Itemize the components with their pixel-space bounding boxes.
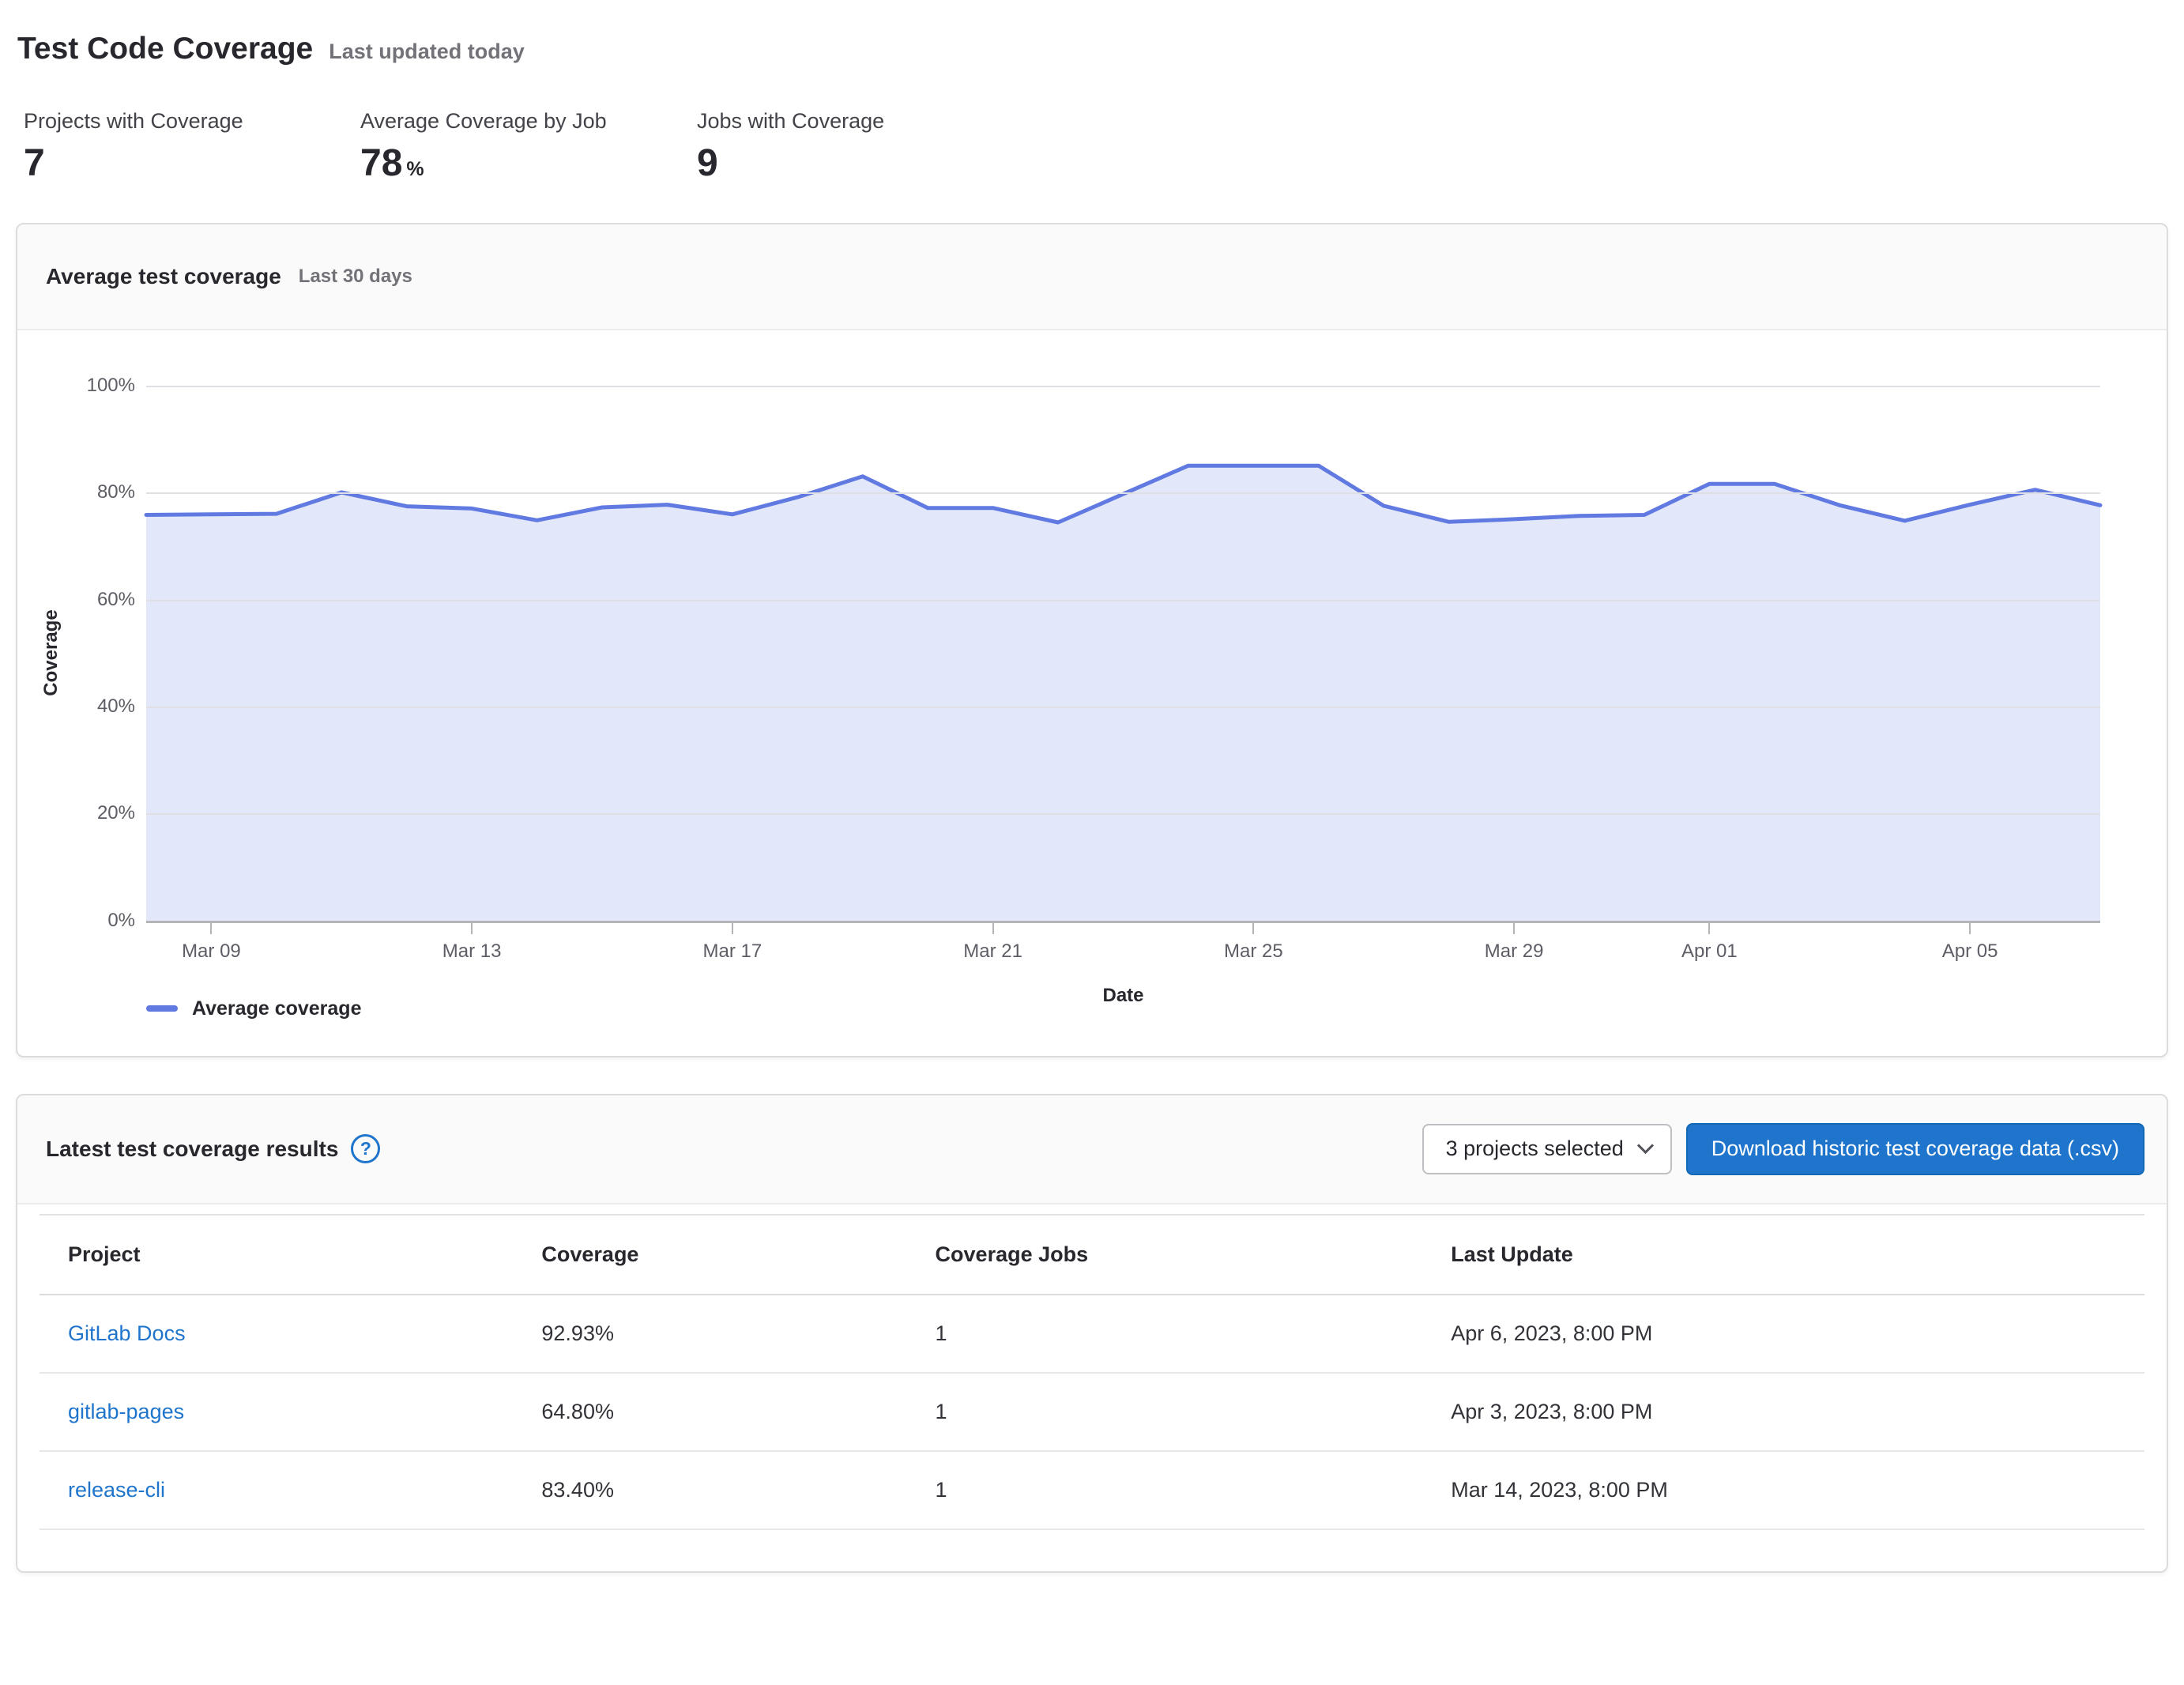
- gridline: [146, 492, 2100, 494]
- y-axis-tick-label: 100%: [17, 375, 135, 397]
- x-axis-title: Date: [1045, 985, 1203, 1007]
- stat-label: Jobs with Coverage: [697, 109, 958, 134]
- x-axis-line: [146, 921, 2100, 923]
- coverage-area-chart[interactable]: Coverage Date Average coverage 100%80%60…: [17, 330, 2167, 1056]
- y-axis-tick-label: 40%: [17, 695, 135, 718]
- table-header-row: Project Coverage Coverage Jobs Last Upda…: [40, 1215, 2144, 1295]
- last-updated-text: Last updated today: [329, 40, 525, 64]
- project-link[interactable]: GitLab Docs: [68, 1321, 186, 1345]
- gridline: [146, 600, 2100, 601]
- chart-card-header: Average test coverage Last 30 days: [17, 224, 2167, 330]
- coverage-jobs-cell: 1: [907, 1451, 1423, 1529]
- column-header-project: Project: [40, 1215, 513, 1295]
- y-axis-tick-label: 20%: [17, 802, 135, 824]
- test-code-coverage-page: Test Code Coverage Last updated today Pr…: [0, 0, 2184, 1573]
- x-axis-tick-label: Apr 01: [1654, 941, 1764, 963]
- column-header-last-update: Last Update: [1422, 1215, 2144, 1295]
- x-axis-tick-mark: [732, 923, 733, 934]
- x-axis-tick-label: Mar 09: [156, 941, 266, 963]
- results-title-group: Latest test coverage results ?: [46, 1134, 380, 1163]
- legend-line-swatch: [146, 1005, 178, 1012]
- y-axis-tick-label: 60%: [17, 589, 135, 611]
- results-controls: 3 projects selected Download historic te…: [1422, 1123, 2144, 1175]
- stat-label: Projects with Coverage: [24, 109, 284, 134]
- stat-label: Average Coverage by Job: [360, 109, 621, 134]
- column-header-coverage-jobs: Coverage Jobs: [907, 1215, 1423, 1295]
- project-link[interactable]: gitlab-pages: [68, 1400, 184, 1423]
- x-axis-tick-label: Mar 29: [1459, 941, 1569, 963]
- coverage-cell: 83.40%: [513, 1451, 906, 1529]
- x-axis-tick-mark: [992, 923, 994, 934]
- results-table-wrap: Project Coverage Coverage Jobs Last Upda…: [40, 1214, 2144, 1530]
- stat-value: 78%: [360, 143, 621, 185]
- gridline: [146, 386, 2100, 387]
- chart-card-subtitle: Last 30 days: [299, 266, 412, 288]
- average-test-coverage-card: Average test coverage Last 30 days Cover…: [16, 223, 2168, 1057]
- y-axis-tick-label: 0%: [17, 910, 135, 932]
- x-axis-tick-mark: [1708, 923, 1710, 934]
- coverage-area-fill: [146, 466, 2100, 922]
- help-question-icon[interactable]: ?: [351, 1134, 380, 1163]
- page-title: Test Code Coverage: [17, 32, 313, 66]
- x-axis-tick-label: Apr 05: [1915, 941, 2025, 963]
- coverage-cell: 64.80%: [513, 1373, 906, 1451]
- results-card-title: Latest test coverage results: [46, 1137, 338, 1162]
- gridline: [146, 707, 2100, 708]
- stat-value: 7: [24, 143, 284, 185]
- table-row: GitLab Docs 92.93%1Apr 6, 2023, 8:00 PM: [40, 1295, 2144, 1373]
- table-row: gitlab-pages 64.80%1Apr 3, 2023, 8:00 PM: [40, 1373, 2144, 1451]
- y-axis-tick-label: 80%: [17, 481, 135, 503]
- stat-projects-with-coverage: Projects with Coverage 7: [24, 109, 284, 185]
- x-axis-tick-mark: [1513, 923, 1515, 934]
- coverage-cell: 92.93%: [513, 1295, 906, 1373]
- last-update-cell: Apr 6, 2023, 8:00 PM: [1422, 1295, 2144, 1373]
- x-axis-tick-label: Mar 17: [677, 941, 788, 963]
- latest-test-coverage-results-card: Latest test coverage results ? 3 project…: [16, 1094, 2168, 1573]
- x-axis-tick-label: Mar 25: [1198, 941, 1309, 963]
- project-cell: gitlab-pages: [40, 1373, 513, 1451]
- project-cell: release-cli: [40, 1451, 513, 1529]
- x-axis-tick-mark: [471, 923, 473, 934]
- x-axis-tick-label: Mar 21: [938, 941, 1049, 963]
- project-link[interactable]: release-cli: [68, 1478, 165, 1502]
- chart-legend[interactable]: Average coverage: [146, 997, 361, 1020]
- gridline: [146, 813, 2100, 815]
- x-axis-tick-mark: [1252, 923, 1254, 934]
- stat-value: 9: [697, 143, 958, 185]
- chart-plot-area[interactable]: [146, 386, 2100, 922]
- project-cell: GitLab Docs: [40, 1295, 513, 1373]
- stat-jobs-with-coverage: Jobs with Coverage 9: [697, 109, 958, 185]
- results-table: Project Coverage Coverage Jobs Last Upda…: [40, 1214, 2144, 1530]
- coverage-jobs-cell: 1: [907, 1373, 1423, 1451]
- x-axis-tick-mark: [1969, 923, 1971, 934]
- x-axis-tick-mark: [210, 923, 212, 934]
- projects-selected-dropdown[interactable]: 3 projects selected: [1422, 1124, 1672, 1174]
- chevron-down-icon: [1637, 1137, 1654, 1154]
- projects-selected-label: 3 projects selected: [1446, 1137, 1624, 1161]
- results-card-header: Latest test coverage results ? 3 project…: [17, 1095, 2167, 1204]
- page-header: Test Code Coverage Last updated today: [17, 32, 2168, 66]
- x-axis-tick-label: Mar 13: [416, 941, 527, 963]
- last-update-cell: Mar 14, 2023, 8:00 PM: [1422, 1451, 2144, 1529]
- table-row: release-cli 83.40%1Mar 14, 2023, 8:00 PM: [40, 1451, 2144, 1529]
- percent-suffix: %: [406, 158, 424, 180]
- download-csv-button[interactable]: Download historic test coverage data (.c…: [1686, 1123, 2144, 1175]
- column-header-coverage: Coverage: [513, 1215, 906, 1295]
- chart-card-title: Average test coverage: [46, 264, 281, 289]
- coverage-stats-row: Projects with Coverage 7 Average Coverag…: [24, 109, 2168, 185]
- coverage-jobs-cell: 1: [907, 1295, 1423, 1373]
- stat-average-coverage-by-job: Average Coverage by Job 78%: [360, 109, 621, 185]
- legend-label: Average coverage: [192, 997, 361, 1020]
- last-update-cell: Apr 3, 2023, 8:00 PM: [1422, 1373, 2144, 1451]
